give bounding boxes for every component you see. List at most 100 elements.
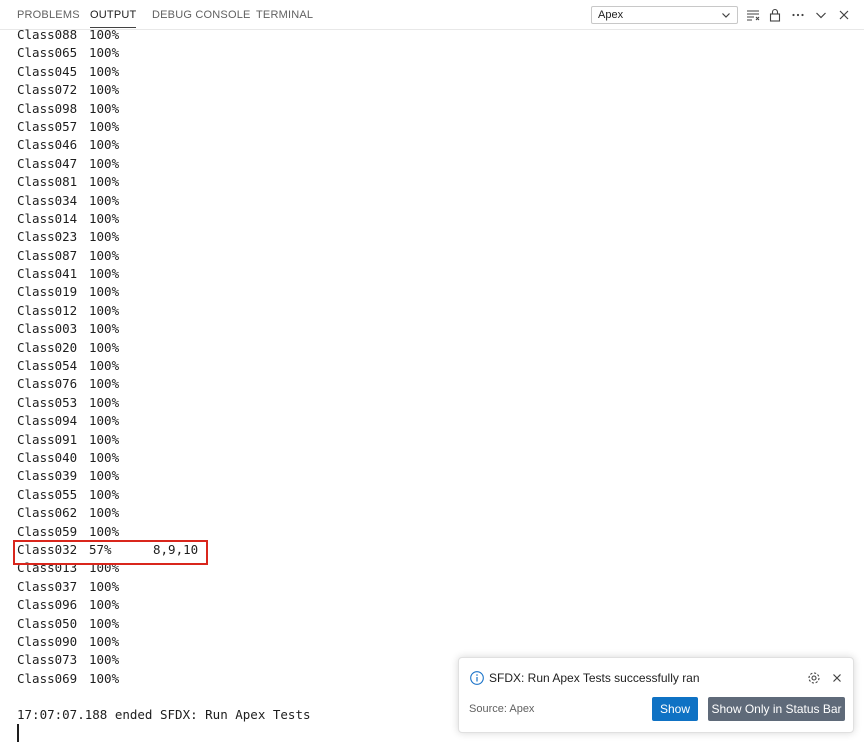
- close-icon[interactable]: [836, 7, 852, 23]
- class-name: Class047: [17, 155, 78, 171]
- coverage-percent: 100%: [89, 155, 120, 171]
- output-line: Class057 100%: [17, 118, 857, 136]
- class-name: Class034: [17, 192, 78, 208]
- coverage-percent: 100%: [89, 321, 120, 337]
- gear-icon[interactable]: [806, 670, 822, 686]
- notification-message: SFDX: Run Apex Tests successfully ran: [489, 671, 700, 685]
- coverage-percent: 100%: [89, 45, 120, 61]
- class-name: Class019: [17, 284, 78, 300]
- coverage-percent: 100%: [89, 413, 120, 429]
- output-line: Class087 100%: [17, 247, 857, 265]
- output-line: Class037 100%: [17, 578, 857, 596]
- lock-icon[interactable]: [767, 7, 783, 23]
- output-log: Class088 100% Class065 100% Class045 100% Clas…: [13, 26, 857, 725]
- output-line: Class041 100%: [17, 265, 857, 283]
- class-name: Class057: [17, 118, 78, 134]
- output-line: Class098 100%: [17, 100, 857, 118]
- output-line: Class072 100%: [17, 81, 857, 99]
- class-name: Class012: [17, 302, 78, 318]
- coverage-percent: 100%: [89, 247, 120, 263]
- output-line: Class014 100%: [17, 210, 857, 228]
- class-name: Class037: [17, 578, 78, 594]
- class-name: Class073: [17, 652, 78, 668]
- class-name: Class046: [17, 137, 78, 153]
- class-name: Class041: [17, 266, 78, 282]
- coverage-percent: 100%: [89, 652, 120, 668]
- show-only-in-status-bar-button[interactable]: Show Only in Status Bar: [708, 697, 845, 721]
- coverage-percent: 100%: [89, 82, 120, 98]
- output-line: Class045 100%: [17, 63, 857, 81]
- class-name: Class059: [17, 523, 78, 539]
- class-name: Class003: [17, 321, 78, 337]
- class-name: Class014: [17, 210, 78, 226]
- output-line: Class055 100%: [17, 486, 857, 504]
- coverage-percent: 100%: [89, 670, 120, 686]
- coverage-percent: 100%: [89, 615, 120, 631]
- class-name: Class032: [17, 541, 78, 557]
- coverage-percent: 100%: [89, 302, 120, 318]
- coverage-percent: 100%: [89, 118, 120, 134]
- coverage-percent: 100%: [89, 192, 120, 208]
- chevron-down-icon[interactable]: [813, 7, 829, 23]
- coverage-percent: 100%: [89, 449, 120, 465]
- output-line: Class050 100%: [17, 615, 857, 633]
- class-name: Class094: [17, 413, 78, 429]
- filter-list-icon[interactable]: [745, 7, 761, 23]
- notification-source: Source: Apex: [469, 703, 535, 715]
- output-line: Class065 100%: [17, 44, 857, 62]
- class-name: Class090: [17, 633, 78, 649]
- output-line: Class040 100%: [17, 449, 857, 467]
- coverage-percent: 100%: [89, 63, 120, 79]
- output-line: Class020 100%: [17, 339, 857, 357]
- class-name: Class054: [17, 358, 78, 374]
- output-line-highlighted: Class032 57% 8,9,10: [13, 539, 857, 566]
- output-line: Class047 100%: [17, 155, 857, 173]
- output-line: Class088 100%: [17, 26, 857, 44]
- output-line: Class059 100%: [17, 523, 857, 541]
- coverage-percent: 100%: [89, 376, 120, 392]
- class-name: Class065: [17, 45, 78, 61]
- class-name: Class098: [17, 100, 78, 116]
- more-icon[interactable]: [790, 7, 806, 23]
- output-line: Class081 100%: [17, 173, 857, 191]
- output-line: Class046 100%: [17, 136, 857, 154]
- class-name: Class072: [17, 82, 78, 98]
- class-name: Class088: [17, 27, 78, 42]
- class-name: Class023: [17, 229, 78, 245]
- class-name: Class062: [17, 505, 78, 521]
- coverage-percent: 100%: [89, 394, 120, 410]
- uncovered-lines: 8,9,10: [153, 541, 199, 557]
- coverage-percent: 100%: [89, 284, 120, 300]
- coverage-percent: 100%: [89, 210, 120, 226]
- close-notification-icon[interactable]: [829, 670, 845, 686]
- coverage-percent: 100%: [89, 27, 120, 42]
- coverage-percent: 100%: [89, 137, 120, 153]
- coverage-percent: 100%: [89, 339, 120, 355]
- output-channel-select[interactable]: Apex: [591, 6, 738, 24]
- output-line: Class039 100%: [17, 467, 857, 485]
- output-line: Class003 100%: [17, 320, 857, 338]
- output-line: Class012 100%: [17, 302, 857, 320]
- class-name: Class091: [17, 431, 78, 447]
- class-name: Class053: [17, 394, 78, 410]
- coverage-percent: 100%: [89, 468, 120, 484]
- coverage-percent: 100%: [89, 633, 120, 649]
- coverage-percent: 100%: [89, 578, 120, 594]
- coverage-percent: 100%: [89, 266, 120, 282]
- show-button[interactable]: Show: [652, 697, 698, 721]
- class-name: Class096: [17, 597, 78, 613]
- class-name: Class050: [17, 615, 78, 631]
- text-cursor: [17, 724, 19, 742]
- coverage-percent: 100%: [89, 597, 120, 613]
- class-name: Class039: [17, 468, 78, 484]
- coverage-percent: 100%: [89, 523, 120, 539]
- output-line: Class076 100%: [17, 375, 857, 393]
- class-name: Class069: [17, 670, 78, 686]
- output-line: Class053 100%: [17, 394, 857, 412]
- output-line: Class062 100%: [17, 504, 857, 522]
- coverage-percent: 100%: [89, 229, 120, 245]
- output-line: Class023 100%: [17, 228, 857, 246]
- coverage-percent: 57%: [89, 541, 112, 557]
- notification-toast: SFDX: Run Apex Tests successfully ran So…: [458, 657, 854, 733]
- coverage-percent: 100%: [89, 431, 120, 447]
